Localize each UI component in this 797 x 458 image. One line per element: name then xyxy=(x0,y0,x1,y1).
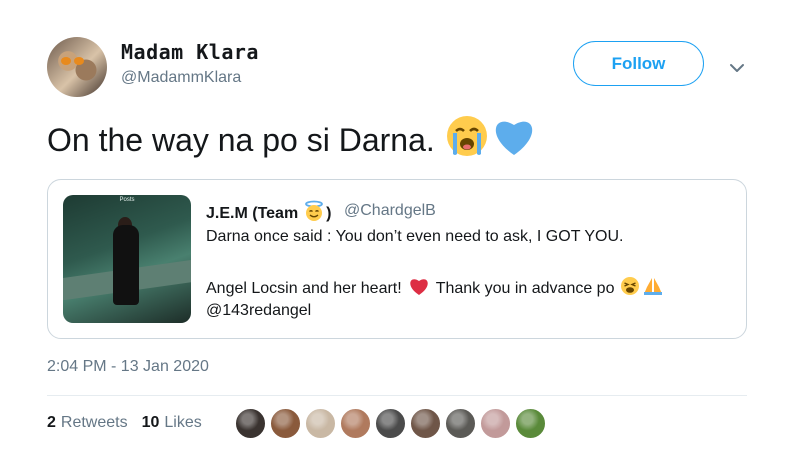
quoted-tweet-text-line: Angel Locsin and her heart! Thank you in… xyxy=(206,276,664,301)
retweets-label: Retweets xyxy=(60,414,128,431)
tweet-stats: 2 Retweets 10 Likes xyxy=(47,414,202,432)
liker-avatars xyxy=(235,408,550,439)
smiling-face-with-halo-icon xyxy=(303,200,325,227)
tweet-text: On the way na po si Darna. xyxy=(47,114,537,166)
image-detail xyxy=(113,225,139,305)
liker-avatar[interactable] xyxy=(445,408,476,439)
quoted-tweet-card[interactable]: Posts J.E.M (Team ) @ChardgelB Darna onc… xyxy=(47,179,747,339)
likes-count: 10 xyxy=(141,414,160,431)
blue-heart-icon xyxy=(491,115,537,165)
quoted-author-name-suffix: ) xyxy=(326,204,332,222)
quoted-author-name-prefix: J.E.M (Team xyxy=(206,204,299,222)
quoted-tweet-image[interactable]: Posts xyxy=(63,195,191,323)
author-display-name[interactable]: Madam Klara xyxy=(121,40,259,64)
folded-hands-icon xyxy=(642,276,664,301)
liker-avatar[interactable] xyxy=(235,408,266,439)
weary-face-icon xyxy=(620,276,640,301)
liker-avatar[interactable] xyxy=(480,408,511,439)
tweet-timestamp[interactable]: 2:04 PM - 13 Jan 2020 xyxy=(47,358,209,376)
quoted-text-part: Angel Locsin and her heart! xyxy=(206,279,402,297)
liker-avatar[interactable] xyxy=(340,408,371,439)
avatar-detail xyxy=(61,57,71,65)
avatar-detail xyxy=(74,57,84,65)
quoted-tweet-text-line: Darna once said : You don’t even need to… xyxy=(206,228,624,245)
author-handle[interactable]: @MadammKlara xyxy=(121,69,241,87)
liker-avatar[interactable] xyxy=(515,408,546,439)
liker-avatar[interactable] xyxy=(410,408,441,439)
image-caption: Posts xyxy=(119,197,135,203)
quoted-author-name[interactable]: J.E.M (Team ) xyxy=(206,200,332,227)
tweet-text-content: On the way na po si Darna. xyxy=(47,121,435,158)
follow-button[interactable]: Follow xyxy=(573,41,704,86)
divider xyxy=(47,395,747,396)
liker-avatar[interactable] xyxy=(375,408,406,439)
liker-avatar[interactable] xyxy=(270,408,301,439)
author-avatar[interactable] xyxy=(47,37,107,97)
liker-avatar[interactable] xyxy=(305,408,336,439)
likes-stat[interactable]: 10 Likes xyxy=(142,414,202,432)
red-heart-icon xyxy=(408,276,430,301)
quoted-text-part: Thank you in advance po xyxy=(435,279,615,297)
quoted-tweet-mention[interactable]: @143redangel xyxy=(206,302,311,320)
chevron-down-icon[interactable] xyxy=(727,58,747,78)
retweets-count: 2 xyxy=(47,414,56,431)
retweets-stat[interactable]: 2 Retweets xyxy=(47,414,128,432)
loudly-crying-face-icon xyxy=(445,114,489,166)
quoted-author-handle[interactable]: @ChardgelB xyxy=(344,202,436,220)
likes-label: Likes xyxy=(164,414,202,431)
